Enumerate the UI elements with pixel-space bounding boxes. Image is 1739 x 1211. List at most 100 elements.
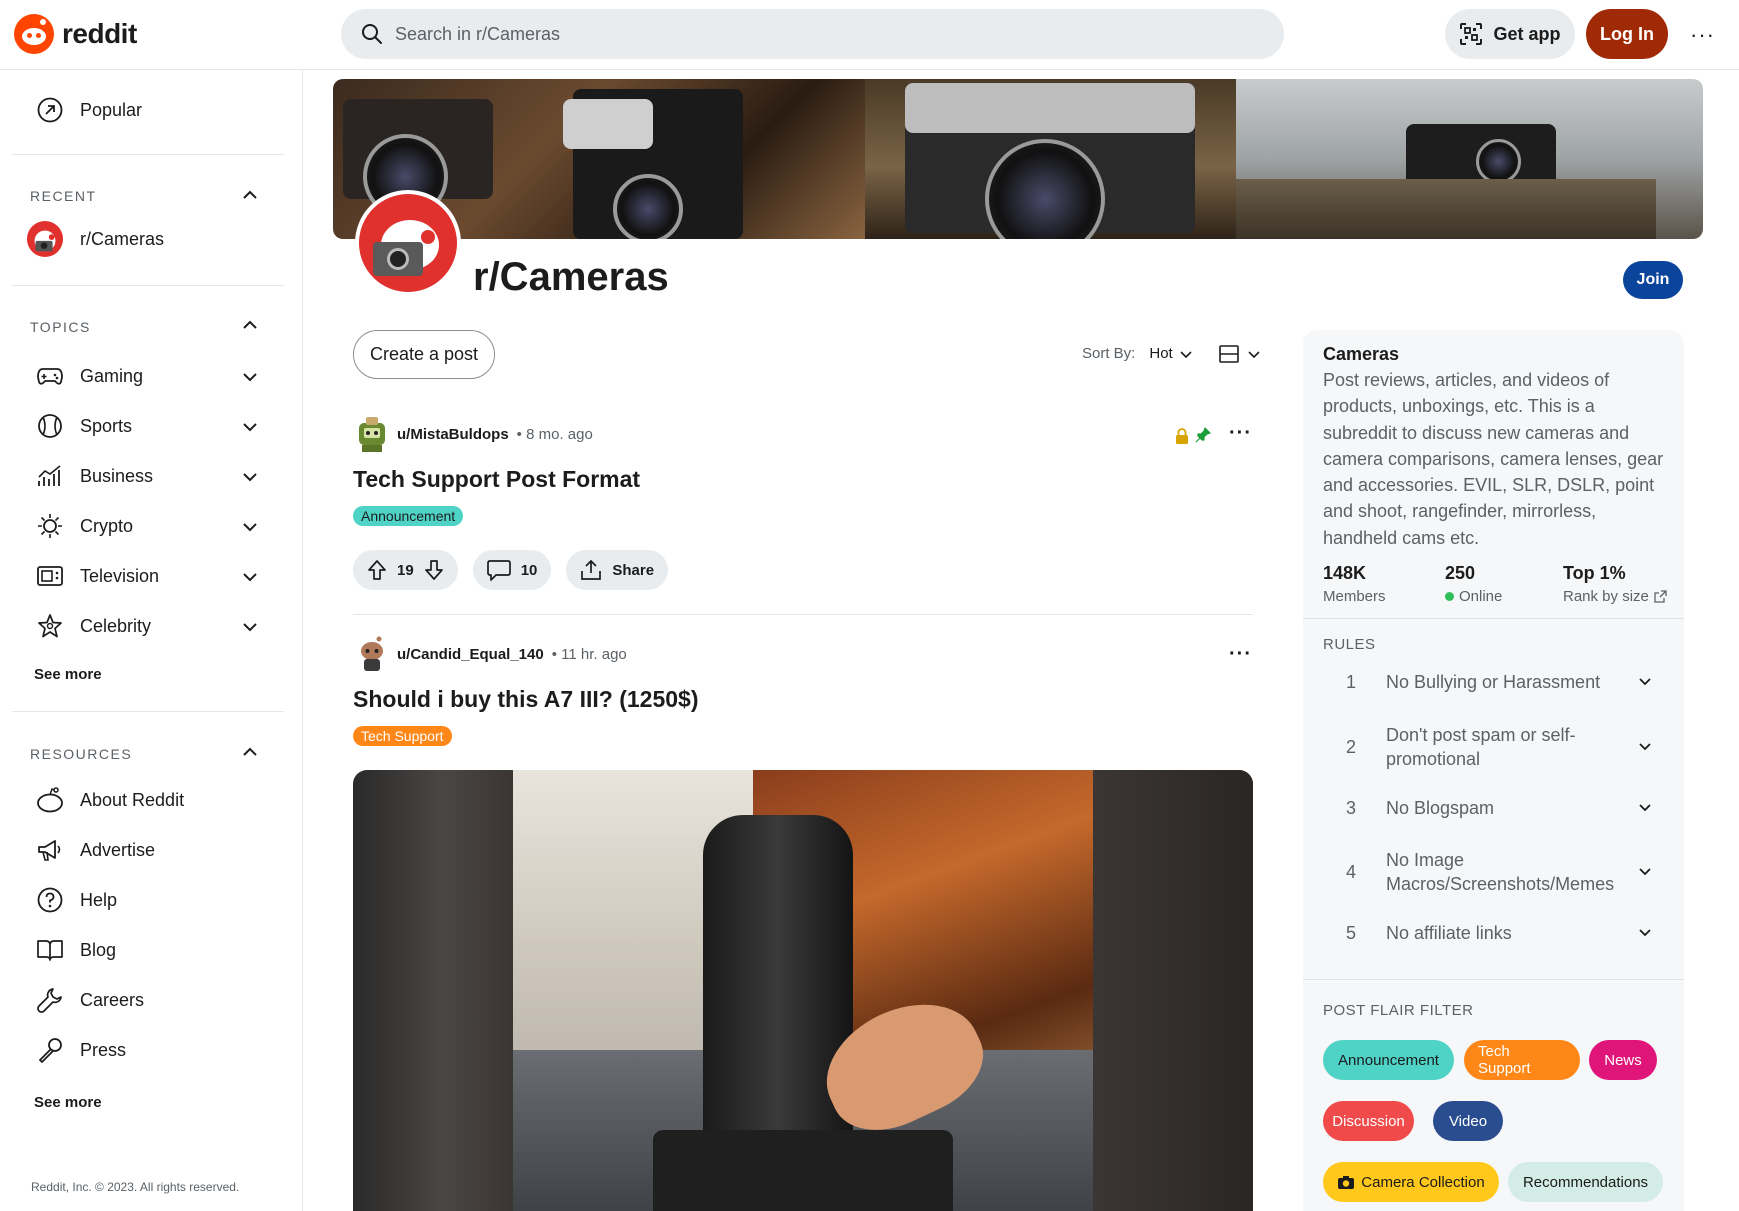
flair-filter-recommendations[interactable]: Recommendations: [1508, 1162, 1663, 1202]
more-options-icon[interactable]: ···: [1690, 22, 1715, 48]
create-post-button[interactable]: Create a post: [353, 330, 495, 379]
sidebar-item-television[interactable]: Television: [36, 562, 159, 590]
chevron-down-icon: [1639, 868, 1651, 876]
sidebar-item-gaming[interactable]: Gaming: [36, 362, 143, 390]
chevron-down-icon[interactable]: [240, 617, 260, 637]
sidebar-item-business[interactable]: Business: [36, 462, 153, 490]
rule-text: No Image Macros/Screenshots/Memes: [1386, 850, 1615, 894]
comments-button[interactable]: 10: [472, 550, 552, 590]
baseball-icon: [36, 412, 64, 440]
flair-filter-heading: POST FLAIR FILTER: [1323, 1002, 1474, 1019]
post-flair-tech-support[interactable]: Tech Support: [353, 726, 452, 746]
post-flair-announcement[interactable]: Announcement: [353, 506, 464, 526]
comment-icon: [486, 560, 511, 581]
chevron-down-icon[interactable]: [240, 367, 260, 387]
join-button[interactable]: Join: [1623, 261, 1683, 299]
cameras-avatar-icon: [26, 220, 64, 258]
post-title[interactable]: Should i buy this A7 III? (1250$): [353, 686, 698, 713]
post-title[interactable]: Tech Support Post Format: [353, 466, 640, 493]
resources-see-more-button[interactable]: See more: [34, 1094, 102, 1111]
rule-number: 4: [1346, 861, 1357, 882]
chevron-down-icon[interactable]: [240, 467, 260, 487]
post-more-icon[interactable]: ···: [1229, 643, 1252, 666]
sidebar-item-label: Popular: [80, 99, 143, 120]
sidebar-item-sports[interactable]: Sports: [36, 412, 132, 440]
sidebar-item-label: About Reddit: [80, 789, 185, 810]
view-toggle-button[interactable]: [1219, 344, 1261, 364]
popular-arrow-icon: [36, 96, 64, 124]
rule-number: 3: [1346, 797, 1357, 818]
rule-item[interactable]: 1 No Bullying or Harassment: [1346, 662, 1666, 702]
user-avatar-icon: [359, 417, 385, 452]
post-author-name[interactable]: u/Candid_Equal_140: [397, 646, 544, 663]
upvote-icon[interactable]: [367, 559, 387, 581]
sidebar-item-press[interactable]: Press: [36, 1036, 126, 1064]
chevron-down-icon[interactable]: [240, 517, 260, 537]
about-title: Cameras: [1323, 344, 1400, 364]
post-author[interactable]: u/MistaBuldops • 8 mo. ago: [355, 415, 593, 453]
sidebar-item-careers[interactable]: Careers: [36, 986, 144, 1014]
rule-number: 2: [1346, 736, 1357, 757]
sort-by-control[interactable]: Sort By: Hot: [1082, 345, 1193, 362]
rule-item[interactable]: 2 Don't post spam or self-promotional: [1346, 720, 1666, 774]
chevron-up-icon[interactable]: [240, 185, 260, 205]
downvote-icon[interactable]: [424, 559, 444, 581]
chevron-up-icon[interactable]: [240, 742, 260, 762]
sidebar-item-label: Blog: [80, 939, 117, 960]
chevron-down-icon: [1248, 351, 1260, 359]
search-input[interactable]: [395, 23, 1195, 45]
sidebar-item-crypto[interactable]: Crypto: [36, 512, 133, 540]
chevron-up-icon[interactable]: [240, 315, 260, 335]
sidebar-item-advertise[interactable]: Advertise: [36, 836, 155, 864]
megaphone-icon: [36, 836, 64, 864]
post-image[interactable]: [353, 770, 1253, 1211]
post-author[interactable]: u/Candid_Equal_140 • 11 hr. ago: [355, 635, 627, 673]
sidebar-divider: [12, 711, 284, 712]
flair-filter-camera-collection[interactable]: Camera Collection: [1323, 1162, 1499, 1202]
sidebar-item-popular[interactable]: Popular: [36, 96, 142, 124]
stat-rank[interactable]: Top 1% Rank by size: [1563, 563, 1667, 605]
share-icon: [581, 559, 602, 580]
flair-filter-tech-support[interactable]: Tech Support: [1464, 1040, 1580, 1080]
log-in-button[interactable]: Log In: [1586, 9, 1668, 59]
sidebar-item-label: Help: [80, 889, 118, 910]
stat-online: 250 Online: [1445, 563, 1502, 605]
rule-item[interactable]: 5 No affiliate links: [1346, 913, 1666, 953]
sidebar-divider: [12, 154, 284, 155]
flair-filter-news[interactable]: News: [1589, 1040, 1657, 1080]
chevron-down-icon: [1639, 743, 1651, 751]
share-label: Share: [612, 561, 655, 579]
copyright-text: Reddit, Inc. © 2023. All rights reserved…: [31, 1180, 240, 1194]
sidebar-item-r-cameras[interactable]: r/Cameras: [26, 220, 164, 258]
get-app-button[interactable]: Get app: [1445, 9, 1575, 59]
subreddit-about-panel: Cameras Post reviews, articles, and vide…: [1303, 330, 1684, 1211]
subreddit-banner: [333, 79, 1703, 239]
reddit-snoo-icon: [14, 14, 54, 54]
book-icon: [36, 936, 64, 964]
recent-heading: RECENT: [30, 188, 97, 204]
flair-label: Camera Collection: [1361, 1173, 1485, 1191]
flair-filter-announcement[interactable]: Announcement: [1323, 1040, 1454, 1080]
tv-icon: [36, 562, 64, 590]
post-more-icon[interactable]: ···: [1229, 422, 1252, 445]
share-button[interactable]: Share: [566, 550, 669, 590]
sidebar-item-about-reddit[interactable]: About Reddit: [36, 786, 184, 814]
chevron-down-icon[interactable]: [240, 567, 260, 587]
external-link-icon: [1654, 590, 1667, 603]
sidebar-item-celebrity[interactable]: Celebrity: [36, 612, 151, 640]
rule-item[interactable]: 3 No Blogspam: [1346, 788, 1666, 828]
resources-heading: RESOURCES: [30, 746, 133, 762]
crypto-icon: [36, 512, 64, 540]
rule-item[interactable]: 4 No Image Macros/Screenshots/Memes: [1346, 845, 1666, 899]
sidebar-item-blog[interactable]: Blog: [36, 936, 116, 964]
chevron-down-icon: [1180, 350, 1192, 358]
reddit-logo[interactable]: reddit: [14, 14, 137, 54]
topics-see-more-button[interactable]: See more: [34, 666, 102, 683]
post-author-name[interactable]: u/MistaBuldops: [397, 426, 509, 443]
search-bar[interactable]: [341, 9, 1284, 59]
flair-filter-discussion[interactable]: Discussion: [1323, 1101, 1414, 1141]
stat-value: Top 1%: [1563, 563, 1626, 583]
sidebar-item-help[interactable]: Help: [36, 886, 117, 914]
flair-filter-video[interactable]: Video: [1433, 1101, 1503, 1141]
chevron-down-icon[interactable]: [240, 417, 260, 437]
